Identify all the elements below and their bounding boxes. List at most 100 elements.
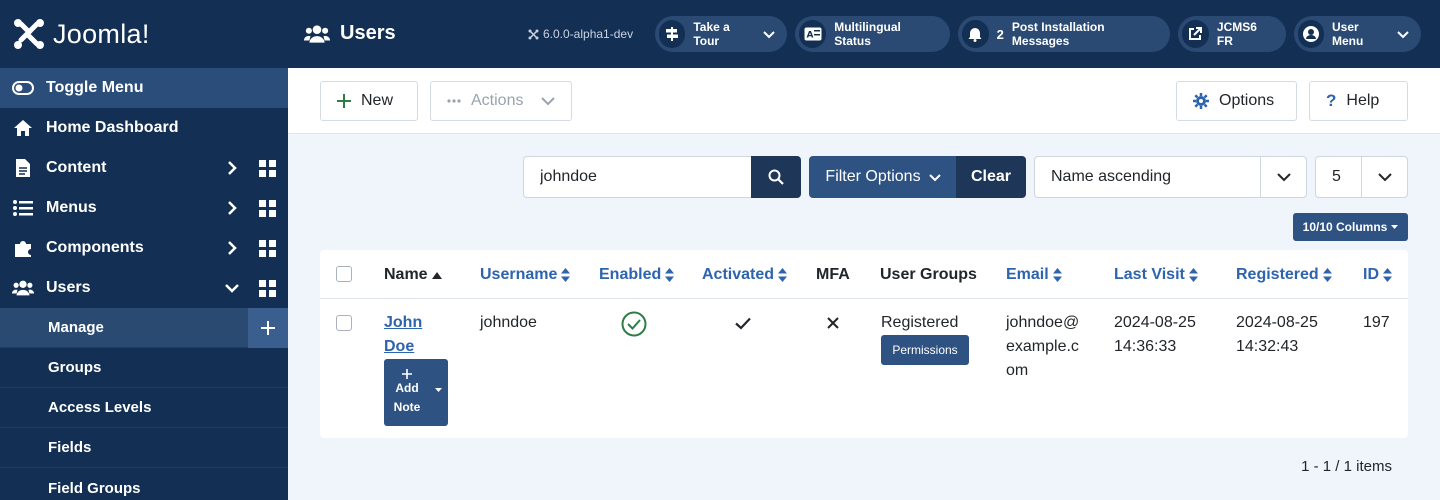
user-name-link[interactable]: John Doe <box>384 311 422 359</box>
sidebar-subitem-groups[interactable]: Groups <box>0 348 288 388</box>
multilingual-status-button[interactable]: A Multilingual Status <box>795 16 950 52</box>
columns-label: 10/10 Columns <box>1302 220 1388 234</box>
sort-icon <box>778 268 788 282</box>
column-header-label: Email <box>1006 266 1049 283</box>
chevron-down-icon[interactable] <box>224 280 240 296</box>
row-checkbox[interactable] <box>336 315 352 331</box>
actions-button-label: Actions <box>471 92 524 109</box>
column-header-label: Activated <box>702 266 775 283</box>
column-header-enabled[interactable]: Enabled <box>599 266 675 284</box>
sidebar-subitem-fields[interactable]: Fields <box>0 428 288 468</box>
sidebar-item-label: Home Dashboard <box>46 119 179 136</box>
user-menu-button[interactable]: User Menu <box>1294 16 1421 52</box>
dashboard-grid-icon[interactable] <box>259 240 276 257</box>
caret-down-icon[interactable] <box>435 388 442 392</box>
multilingual-status-label: Multilingual Status <box>834 20 901 48</box>
dashboard-grid-icon[interactable] <box>259 160 276 177</box>
clear-button[interactable]: Clear <box>956 156 1026 198</box>
add-note-label: Note <box>393 399 421 414</box>
ellipsis-icon <box>447 99 461 103</box>
list-icon <box>12 197 34 219</box>
registered-time: 14:32:43 <box>1236 338 1299 355</box>
enabled-check-icon[interactable] <box>621 311 647 337</box>
joomla-logo-icon <box>14 19 44 49</box>
version-text: 6.0.0-alpha1-dev <box>543 27 634 41</box>
dashboard-grid-icon[interactable] <box>259 200 276 217</box>
plus-icon <box>337 94 351 108</box>
users-icon <box>12 277 34 299</box>
column-header-email[interactable]: Email <box>1006 266 1062 284</box>
user-avatar-icon <box>1298 20 1324 48</box>
user-name-line: Doe <box>384 338 415 355</box>
column-header-mfa: MFA <box>816 266 850 284</box>
sidebar-subitem-manage[interactable]: Manage <box>0 308 288 348</box>
sidebar-item-components[interactable]: Components <box>0 228 288 268</box>
chevron-right-icon[interactable] <box>224 160 240 176</box>
joomla-logo[interactable]: Joomla! <box>0 0 288 68</box>
search-button[interactable] <box>751 156 801 198</box>
help-button[interactable]: ? Help <box>1309 81 1408 121</box>
pagination-info: 1 - 1 / 1 items <box>1301 458 1392 475</box>
search-input[interactable] <box>523 156 752 198</box>
language-icon: A <box>799 20 827 48</box>
add-note-main[interactable]: Add Note <box>384 359 430 426</box>
toggle-menu-button[interactable]: Toggle Menu <box>0 68 288 108</box>
sidebar: Joomla! Toggle Menu Home Dashboard Conte… <box>0 0 288 500</box>
column-header-username[interactable]: Username <box>480 266 571 284</box>
column-header-activated[interactable]: Activated <box>702 266 788 284</box>
registered-cell: 2024-08-25 14:32:43 <box>1236 311 1318 359</box>
bell-icon <box>962 20 989 48</box>
actions-button[interactable]: Actions <box>430 81 572 121</box>
post-installation-count: 2 <box>996 26 1004 42</box>
sidebar-item-menus[interactable]: Menus <box>0 188 288 228</box>
new-button[interactable]: New <box>320 81 418 121</box>
list-limit-select[interactable]: 5 <box>1315 156 1408 198</box>
chevron-right-icon[interactable] <box>224 240 240 256</box>
page-title: Users <box>304 22 396 45</box>
add-user-plus-icon[interactable] <box>248 308 288 348</box>
sidebar-item-label: Components <box>46 239 144 256</box>
users-table: Name Username Enabled Activated MFA User… <box>320 250 1408 438</box>
permissions-button[interactable]: Permissions <box>881 335 969 365</box>
permissions-label: Permissions <box>892 343 958 357</box>
column-header-label: Enabled <box>599 266 662 283</box>
sidebar-subitem-field-groups[interactable]: Field Groups <box>0 468 288 500</box>
filter-options-button[interactable]: Filter Options <box>809 156 957 198</box>
sidebar-item-users[interactable]: Users <box>0 268 288 308</box>
external-link-icon <box>1182 20 1209 48</box>
users-icon <box>304 24 330 44</box>
sort-icon <box>1322 268 1332 282</box>
sidebar-item-label: Users <box>46 279 91 296</box>
toolbar: New Actions Options ? Help <box>288 68 1440 134</box>
options-button-label: Options <box>1219 92 1275 109</box>
site-link-button[interactable]: JCMS6 FR <box>1178 16 1286 52</box>
columns-toggle-button[interactable]: 10/10 Columns <box>1293 213 1408 241</box>
last-visit-cell: 2024-08-25 14:36:33 <box>1114 311 1196 359</box>
sidebar-item-content[interactable]: Content <box>0 148 288 188</box>
chevron-right-icon[interactable] <box>224 200 240 216</box>
sidebar-subitem-access-levels[interactable]: Access Levels <box>0 388 288 428</box>
column-header-last-visit[interactable]: Last Visit <box>1114 266 1198 284</box>
header-divider <box>320 298 1408 299</box>
column-header-id[interactable]: ID <box>1363 266 1392 284</box>
chevron-down-icon <box>763 28 775 40</box>
post-installation-messages-button[interactable]: 2 Post Installation Messages <box>958 16 1170 52</box>
sort-select[interactable]: Name ascending <box>1034 156 1307 198</box>
column-header-registered[interactable]: Registered <box>1236 266 1332 284</box>
sidebar-subitem-label: Groups <box>48 359 102 376</box>
sort-icon <box>1383 268 1392 282</box>
filter-options-label: Filter Options <box>825 168 921 185</box>
select-all-checkbox[interactable] <box>336 266 352 282</box>
toggle-icon <box>12 77 34 99</box>
dashboard-grid-icon[interactable] <box>259 280 276 297</box>
take-a-tour-button[interactable]: Take a Tour <box>655 16 787 52</box>
options-button[interactable]: Options <box>1176 81 1297 121</box>
sidebar-item-home-dashboard[interactable]: Home Dashboard <box>0 108 288 148</box>
column-header-label: ID <box>1363 266 1379 283</box>
sort-icon <box>561 268 571 282</box>
activated-check-icon <box>735 317 751 330</box>
column-header-label: Registered <box>1236 266 1319 283</box>
list-limit-value: 5 <box>1332 168 1341 185</box>
add-note-button[interactable]: Add Note <box>384 359 448 426</box>
column-header-name[interactable]: Name <box>384 266 442 284</box>
